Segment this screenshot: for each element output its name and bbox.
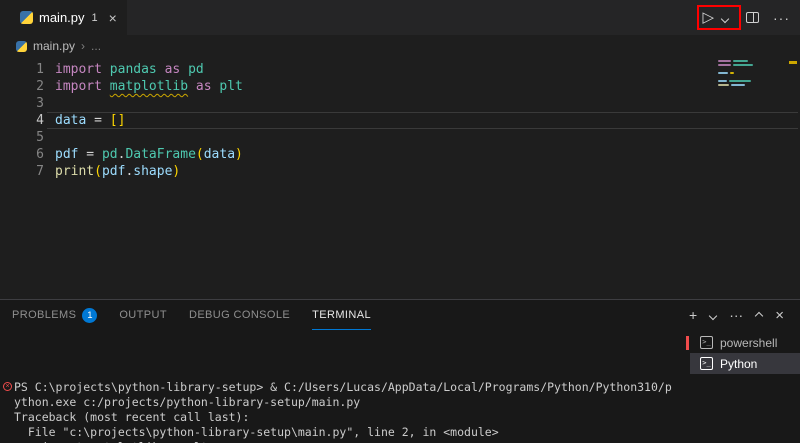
tab-badge: 1 [91,11,98,24]
panel-actions: + ··· × [689,306,800,324]
editor-tab-bar: main.py 1 × ▷ ··· [0,0,800,35]
terminal-tab-powershell[interactable]: >_ powershell [690,332,800,353]
run-button[interactable]: ▷ [702,10,714,25]
panel-tab-output[interactable]: OUTPUT [119,300,167,330]
terminal-line: File "c:\projects\python-library-setup\m… [14,425,690,440]
run-dropdown-chevron-icon[interactable] [720,9,730,27]
code-line: 4 data = [] [0,112,800,129]
code-text: data = [] [55,113,126,128]
line-number: 4 [36,113,44,128]
breadcrumb-separator-icon: › [81,39,86,53]
new-terminal-icon[interactable]: + [689,308,697,322]
terminal-text: File "c:\projects\python-library-setup\m… [14,425,499,439]
maximize-panel-icon[interactable] [754,306,764,324]
overview-ruler-warning-marker [789,61,797,64]
bottom-panel: PROBLEMS 1 OUTPUT DEBUG CONSOLE TERMINAL… [0,299,800,443]
terminal-text: ython.exe c:/projects/python-library-set… [14,395,361,409]
terminal-profile-chevron-icon[interactable] [708,306,718,324]
code-line: 1 import pandas as pd [0,61,800,78]
terminal-text: PS C:\projects\python-library-setup> & C… [14,380,672,394]
code-text: print(pdf.shape) [55,164,181,179]
code-line: 2 import matplotlib as plt [0,78,800,95]
code-line: 7 print(pdf.shape) [0,163,800,180]
panel-tab-label: PROBLEMS [12,309,77,321]
line-number: 3 [36,96,44,111]
python-file-icon [16,40,27,52]
command-failed-icon: × [3,382,12,391]
tab-label: main.py [39,10,85,25]
terminal-tab-label: powershell [720,335,778,350]
code-line: 5 [0,129,800,146]
tab-close-icon[interactable]: × [109,10,117,26]
panel-tab-label: OUTPUT [119,309,167,321]
terminal-tab-label: Python [720,356,758,371]
code-text: pdf = pd.DataFrame(data) [55,147,243,162]
panel-body: × PS C:\projects\python-library-setup> & … [0,330,800,443]
line-number: 1 [36,62,44,77]
python-file-icon [20,11,33,24]
terminal-line: Traceback (most recent call last): [14,410,690,425]
panel-tab-label: DEBUG CONSOLE [188,309,291,321]
code-text: import matplotlib as plt [55,79,243,94]
panel-tab-label: TERMINAL [312,308,371,321]
close-panel-icon[interactable]: × [775,307,784,324]
split-editor-icon[interactable] [746,12,759,23]
breadcrumb: main.py › ... [0,35,800,57]
code-editor[interactable]: 1 import pandas as pd 2 import matplotlib a… [0,57,800,299]
terminal-icon: >_ [700,357,713,370]
line-number: 2 [36,79,44,94]
more-actions-icon[interactable]: ··· [773,10,790,26]
terminal-line: ython.exe c:/projects/python-library-set… [14,395,690,410]
breadcrumb-file[interactable]: main.py [33,39,75,53]
line-number: 7 [36,164,44,179]
code-line: 6 pdf = pd.DataFrame(data) [0,146,800,163]
terminal-tabs-list: >_ powershell >_ Python [690,330,800,443]
command-failed-decoration [686,336,689,350]
problems-count-badge: 1 [82,307,98,323]
panel-more-actions-icon[interactable]: ··· [729,308,743,322]
editor-actions: ▷ ··· [702,0,790,35]
panel-tab-terminal[interactable]: TERMINAL [312,300,371,330]
breadcrumb-symbol[interactable]: ... [91,39,101,53]
panel-header: PROBLEMS 1 OUTPUT DEBUG CONSOLE TERMINAL… [0,300,800,330]
panel-tab-problems[interactable]: PROBLEMS 1 [12,300,98,330]
line-number: 5 [36,130,44,145]
tab-main-py[interactable]: main.py 1 × [0,0,127,35]
minimap[interactable] [718,60,784,88]
code-line: 3 [0,95,800,112]
code-text: import pandas as pd [55,62,204,77]
panel-tab-debug-console[interactable]: DEBUG CONSOLE [189,300,290,330]
terminal-line: × PS C:\projects\python-library-setup> & … [3,380,690,395]
code-lines: 1 import pandas as pd 2 import matplotlib a… [0,57,800,180]
terminal-icon: >_ [700,336,713,349]
terminal-text: Traceback (most recent call last): [14,410,250,424]
terminal-output[interactable]: × PS C:\projects\python-library-setup> & … [0,330,690,443]
terminal-tab-python[interactable]: >_ Python [690,353,800,374]
line-number: 6 [36,147,44,162]
